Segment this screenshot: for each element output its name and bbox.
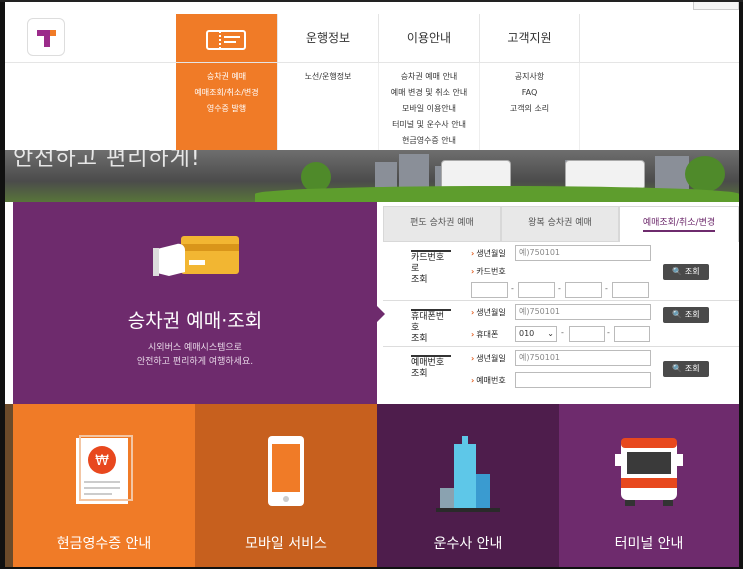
phone-lookup-row: 휴대폰번호 조회 생년월일 예)750101 휴대폰 010 ⌄ - - 🔍 조회 xyxy=(383,300,739,346)
reservation-search-button[interactable]: 🔍 조회 xyxy=(663,361,709,377)
birth-label: 생년월일 xyxy=(471,248,505,259)
dash: - xyxy=(561,328,564,337)
dropdown-col-support: 공지사항 FAQ 고객의 소리 xyxy=(479,63,580,151)
receipt-icon: ₩ xyxy=(76,435,133,504)
nav-usage-guide[interactable]: 이용안내 xyxy=(378,14,479,62)
card-number-input-4[interactable] xyxy=(612,282,649,298)
reservation-lookup-label-line: 예매번호 xyxy=(411,358,445,368)
phone-label: 휴대폰 xyxy=(471,329,498,340)
tab-round-trip[interactable]: 왕복 승차권 예매 xyxy=(501,206,619,242)
menu-item-voice[interactable]: 고객의 소리 xyxy=(480,101,579,117)
card-payment-icon xyxy=(153,236,239,276)
logo[interactable] xyxy=(27,18,65,56)
phone-last-input[interactable] xyxy=(614,326,650,342)
booking-description: 안전하고 편리하게 여행하세요. xyxy=(136,357,254,367)
tab-lookup[interactable]: 예매조회/취소/변경 xyxy=(619,206,739,242)
dropdown-col-booking: 승차권 예매 예매조회/취소/변경 영수증 발행 xyxy=(176,63,277,151)
menu-item-routes[interactable]: 노선/운행정보 xyxy=(278,69,378,85)
booking-title: 승차권 예매·조회 xyxy=(127,310,263,332)
dash: - xyxy=(607,328,610,337)
nav-customer-support[interactable]: 고객지원 xyxy=(479,14,580,62)
chevron-down-icon: ⌄ xyxy=(547,329,554,338)
birth-label: 생년월일 xyxy=(471,307,505,318)
logo-icon xyxy=(37,30,56,47)
tile-label: 터미널 안내 xyxy=(614,536,684,552)
card-lookup-label: 카드번호로 조회 xyxy=(411,250,451,286)
svg-text:₩: ₩ xyxy=(95,453,109,469)
phone-lookup-label: 휴대폰번호 조회 xyxy=(411,309,451,345)
bus-icon xyxy=(615,438,683,506)
booking-panel: 승차권 예매·조회 시외버스 예매시스템으로 안전하고 편리하게 여행하세요. xyxy=(13,202,377,404)
tile-label: 운수사 안내 xyxy=(433,536,503,552)
dropdown-col-guide: 승차권 예매 안내 예매 변경 및 취소 안내 모바일 이용안내 터미널 및 운… xyxy=(378,63,479,151)
phone-lookup-label-line: 휴대폰번호 xyxy=(411,312,445,333)
tile-label: 모바일 서비스 xyxy=(245,536,327,552)
hero-banner: 안전하고 편리하게! xyxy=(5,150,739,202)
menu-item-terminal-guide[interactable]: 터미널 및 운수사 안내 xyxy=(379,117,479,133)
booking-section: 승차권 예매·조회 시외버스 예매시스템으로 안전하고 편리하게 여행하세요. … xyxy=(13,202,739,404)
card-number-input-2[interactable] xyxy=(518,282,555,298)
reservation-lookup-row: 예매번호 조회 생년월일 예)750101 예매번호 🔍 조회 xyxy=(383,346,739,394)
phone-search-button[interactable]: 🔍 조회 xyxy=(663,307,709,323)
dash: - xyxy=(511,284,514,293)
menu-item-ticket-booking[interactable]: 승차권 예매 xyxy=(176,69,277,85)
dash: - xyxy=(558,284,561,293)
booking-description: 시외버스 예매시스템으로 xyxy=(148,343,242,353)
card-lookup-label-line: 조회 xyxy=(411,275,428,285)
dropdown-col-operation: 노선/운행정보 xyxy=(277,63,378,151)
tab-lookup-label: 예매조회/취소/변경 xyxy=(642,218,716,232)
reservation-number-input[interactable] xyxy=(515,372,651,388)
card-search-button[interactable]: 🔍 조회 xyxy=(663,264,709,280)
reservation-number-label: 예매번호 xyxy=(471,375,505,386)
phone-lookup-label-line: 조회 xyxy=(411,334,428,344)
phone-prefix-select[interactable]: 010 ⌄ xyxy=(515,326,557,342)
birth-label: 생년월일 xyxy=(471,353,505,364)
tile-transport-company[interactable]: 운수사 안내 xyxy=(377,404,559,567)
menu-item-mobile-guide[interactable]: 모바일 이용안내 xyxy=(379,101,479,117)
phone-birth-input[interactable]: 예)750101 xyxy=(515,304,651,320)
header: 운행정보 이용안내 고객지원 xyxy=(5,2,739,152)
left-edge-strip xyxy=(5,404,13,567)
reservation-birth-input[interactable]: 예)750101 xyxy=(515,350,651,366)
dash: - xyxy=(605,284,608,293)
phone-middle-input[interactable] xyxy=(569,326,605,342)
tile-cash-receipt[interactable]: ₩ 현금영수증 안내 xyxy=(13,404,195,567)
menu-item-receipt[interactable]: 영수증 발행 xyxy=(176,101,277,117)
nav-dropdown: 승차권 예매 예매조회/취소/변경 영수증 발행 노선/운행정보 승차권 예매 … xyxy=(5,62,739,151)
search-button-label: 조회 xyxy=(684,310,700,319)
tree xyxy=(685,156,725,192)
card-number-input-3[interactable] xyxy=(565,282,602,298)
tile-label: 현금영수증 안내 xyxy=(56,536,152,552)
card-birth-input[interactable]: 예)750101 xyxy=(515,245,651,261)
nav-operation-info[interactable]: 운행정보 xyxy=(277,14,378,62)
card-lookup-row: 카드번호로 조회 생년월일 예)750101 카드번호 - - - 🔍 조회 xyxy=(383,242,739,300)
card-number-input-1[interactable] xyxy=(471,282,508,298)
card-number-label: 카드번호 xyxy=(471,266,505,277)
grass xyxy=(255,186,739,202)
reservation-lookup-label-line: 조회 xyxy=(411,369,428,379)
search-button-label: 조회 xyxy=(684,364,700,373)
menu-item-booking-lookup[interactable]: 예매조회/취소/변경 xyxy=(176,85,277,101)
booking-tabs: 편도 승차권 예매 왕복 승차권 예매 예매조회/취소/변경 xyxy=(383,206,739,242)
card-lookup-label-line: 카드번호로 xyxy=(411,253,445,274)
menu-item-booking-guide[interactable]: 승차권 예매 안내 xyxy=(379,69,479,85)
menu-item-change-cancel-guide[interactable]: 예매 변경 및 취소 안내 xyxy=(379,85,479,101)
tile-mobile-service[interactable]: 모바일 서비스 xyxy=(195,404,377,567)
mobile-phone-icon xyxy=(268,436,304,506)
menu-item-faq[interactable]: FAQ xyxy=(480,85,579,101)
page: 운행정보 이용안내 고객지원 승차권 예매 예매조회/취소/변경 영수증 발행 … xyxy=(5,2,739,567)
top-button[interactable] xyxy=(693,2,739,10)
tab-one-way[interactable]: 편도 승차권 예매 xyxy=(383,206,501,242)
menu-item-notice[interactable]: 공지사항 xyxy=(480,69,579,85)
reservation-lookup-label: 예매번호 조회 xyxy=(411,355,451,380)
ticket-icon xyxy=(206,30,246,50)
menu-item-cash-receipt-guide[interactable]: 현금영수증 안내 xyxy=(379,133,479,149)
building-icon xyxy=(436,436,500,512)
hero-text: 안전하고 편리하게! xyxy=(13,150,201,171)
tile-terminal[interactable]: 터미널 안내 xyxy=(559,404,739,567)
phone-prefix-value: 010 xyxy=(519,329,535,338)
search-button-label: 조회 xyxy=(684,267,700,276)
